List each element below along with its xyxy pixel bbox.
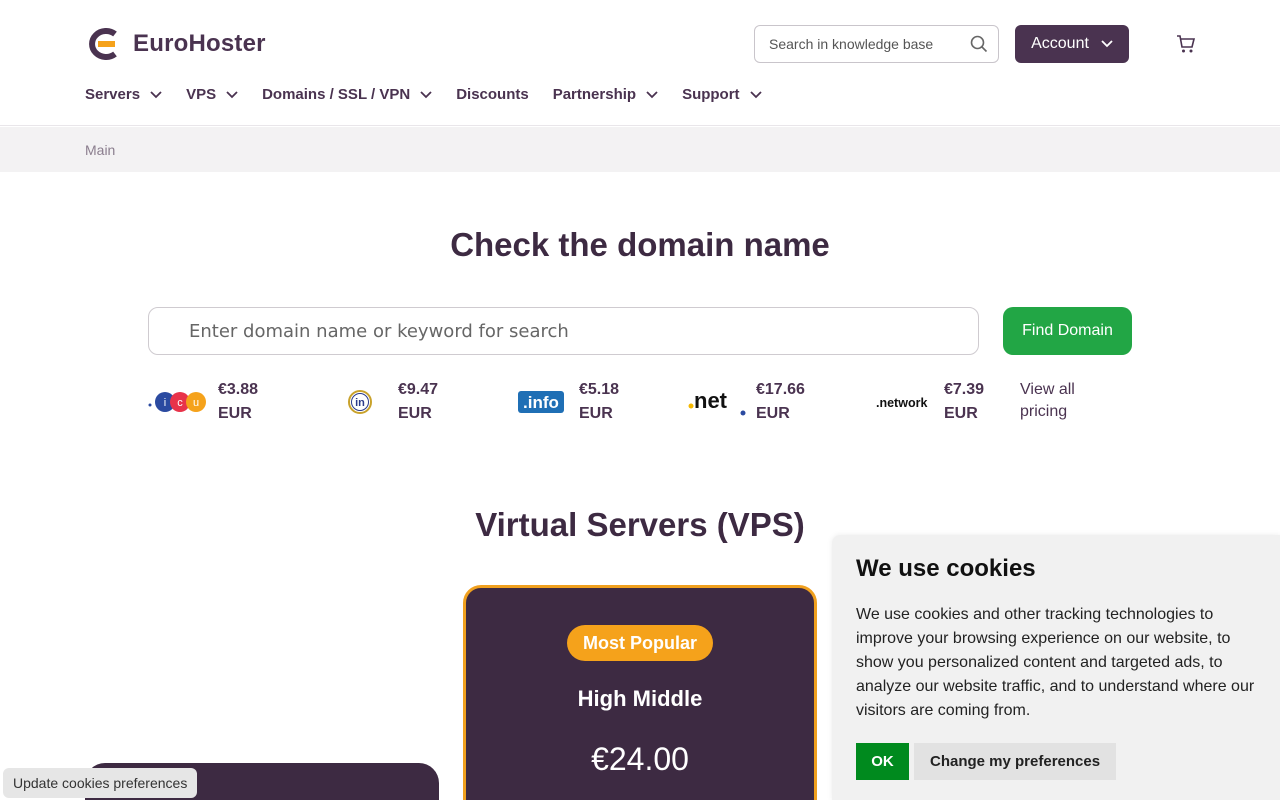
account-label: Account [1031, 35, 1089, 52]
nav-domains[interactable]: Domains / SSL / VPN [262, 86, 432, 103]
nav-vps[interactable]: VPS [186, 86, 238, 103]
logo-icon [89, 28, 117, 60]
chevron-down-icon [749, 90, 762, 98]
plan-name: High Middle [577, 686, 703, 711]
cookie-actions: OK Change my preferences [856, 743, 1117, 780]
nav-support[interactable]: Support [682, 86, 762, 103]
tld-icu[interactable]: i c u €3.88 EUR [148, 378, 258, 426]
nav-discounts[interactable]: Discounts [456, 86, 529, 103]
logo[interactable]: EuroHoster [85, 28, 266, 60]
nav-partnership[interactable]: Partnership [553, 86, 658, 103]
info-logo-icon: .info [518, 391, 564, 413]
nav-servers-label: Servers [85, 86, 141, 103]
svg-text:in: in [355, 397, 365, 409]
cookie-ok-button[interactable]: OK [856, 743, 909, 780]
update-cookies-button[interactable]: Update cookies preferences [3, 768, 198, 798]
cookie-banner: We use cookies We use cookies and other … [832, 535, 1280, 800]
chevron-down-icon [1101, 40, 1113, 48]
nav-vps-label: VPS [186, 86, 217, 103]
tld-in[interactable]: in €9.47 EUR [340, 378, 438, 426]
chevron-down-icon [646, 90, 658, 98]
tld-net[interactable]: net €17.66 EUR [688, 378, 805, 426]
tld-price: €5.18 EUR [579, 381, 620, 422]
domain-title: Check the domain name [450, 226, 830, 263]
nav-support-label: Support [682, 86, 740, 103]
chevron-down-icon [226, 90, 238, 98]
cookie-title: We use cookies [856, 555, 1036, 582]
nav-servers[interactable]: Servers [85, 86, 162, 103]
tld-price: €17.66 EUR [756, 381, 805, 422]
view-all-pricing-link[interactable]: View all pricing [1020, 379, 1075, 423]
tld-info[interactable]: .info €5.18 EUR [518, 378, 619, 426]
main-nav: Servers VPS Domains / SSL / VPN Discount… [85, 86, 786, 103]
net-logo-icon: net [688, 388, 746, 416]
cookie-text: We use cookies and other tracking techno… [856, 606, 1255, 719]
chevron-down-icon [420, 90, 432, 98]
kb-search-box [754, 25, 999, 63]
svg-text:i: i [164, 397, 166, 409]
svg-text:net: net [694, 388, 728, 413]
find-domain-button[interactable]: Find Domain [1003, 307, 1132, 355]
svg-text:.info: .info [523, 393, 559, 412]
cart-icon[interactable] [1176, 34, 1196, 54]
breadcrumb-main[interactable]: Main [85, 142, 115, 158]
svg-text:.network: .network [876, 396, 927, 410]
chevron-down-icon [150, 90, 162, 98]
site-header: EuroHoster Account Servers VPS Domains /… [0, 0, 1280, 126]
most-popular-badge: Most Popular [567, 625, 713, 661]
network-logo-icon: .network [876, 396, 927, 410]
svg-text:u: u [193, 397, 199, 409]
cookie-preferences-button[interactable]: Change my preferences [914, 743, 1117, 780]
icu-logo-icon: i c u [148, 392, 206, 412]
account-button[interactable]: Account [1015, 25, 1129, 63]
nav-discounts-label: Discounts [456, 86, 529, 103]
breadcrumb: Main [0, 127, 1280, 172]
kb-search-input[interactable] [769, 36, 959, 52]
tld-price: €3.88 EUR [218, 381, 259, 422]
nav-partnership-label: Partnership [552, 86, 637, 103]
svg-text:c: c [177, 397, 183, 409]
tld-network[interactable]: .network €7.39 EUR [876, 378, 984, 426]
nav-domains-label: Domains / SSL / VPN [262, 86, 411, 103]
in-logo-icon: in [348, 390, 372, 414]
tld-price: €9.47 EUR [398, 381, 439, 422]
vps-plan-card-popular: Most Popular High Middle €24.00 [463, 585, 817, 800]
domain-search-input[interactable] [148, 307, 979, 355]
plan-price: €24.00 [591, 741, 689, 777]
tld-price: €7.39 EUR [944, 381, 985, 422]
search-icon[interactable] [970, 35, 988, 53]
brand-name: EuroHoster [133, 30, 266, 57]
